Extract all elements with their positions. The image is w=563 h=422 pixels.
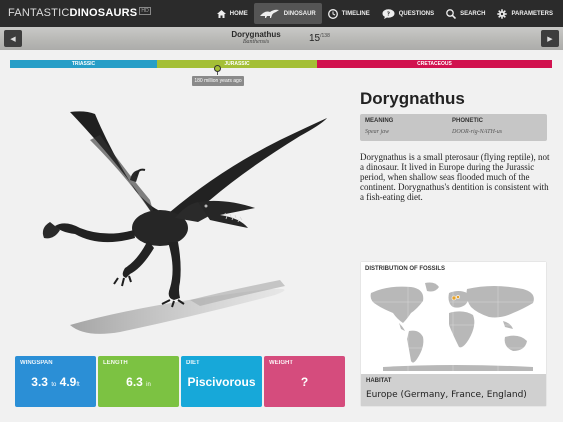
length-value: 6.3 in <box>98 375 179 389</box>
hd-badge: HD <box>139 7 151 15</box>
timeline-marker[interactable] <box>214 65 221 72</box>
question-bubble-icon: ? <box>382 8 395 19</box>
weight-value: ? <box>300 375 309 389</box>
habitat-box: HABITAT Europe (Germany, France, England… <box>361 374 546 406</box>
wingspan-value: 3.3 to 4.9ft <box>15 375 96 389</box>
habitat-value: Europe (Germany, France, England) <box>366 390 527 400</box>
timeline-jurassic[interactable]: JURASSIC <box>157 60 317 68</box>
wingspan-to: to <box>51 382 57 388</box>
dinosaur-title: Dorygnathus <box>360 89 465 108</box>
wingspan-unit: ft <box>76 382 80 388</box>
nav-search-label: SEARCH <box>460 10 486 17</box>
header-dinosaur-species: Banthensis <box>242 39 270 45</box>
wingspan-min: 3.3 <box>31 375 48 389</box>
length-card: LENGTH 6.3 in <box>98 356 179 407</box>
wingspan-label: WINGSPAN <box>20 360 53 366</box>
nav-dinosaur-label: DINOSAUR <box>283 10 316 17</box>
phonetic-label: PHONETIC <box>452 118 484 124</box>
wingspan-card: WINGSPAN 3.3 to 4.9ft <box>15 356 96 407</box>
dinosaur-counter: 15/138 <box>309 33 330 44</box>
nav-parameters[interactable]: PARAMETERS <box>491 3 559 24</box>
diet-card: DIET Piscivorous <box>181 356 262 407</box>
fossil-distribution-title: DISTRIBUTION OF FOSSILS <box>365 266 446 272</box>
weight-card: WEIGHT ? <box>264 356 345 407</box>
meaning-label: MEANING <box>365 118 394 124</box>
nav-timeline[interactable]: TIMELINE <box>322 3 376 24</box>
main-nav: HOME DINOSAUR TIMELINE ? QUESTIONS SEARC… <box>211 0 559 27</box>
phonetic-value: DOOR-rig-NATH-us <box>452 129 503 135</box>
clock-icon <box>327 8 338 19</box>
brand-bold-text: DINOSAURS <box>69 7 138 19</box>
length-label: LENGTH <box>103 360 128 366</box>
timeline-marker-label: 180 million years ago <box>192 76 244 86</box>
counter-total: /138 <box>320 33 330 39</box>
gear-icon <box>497 8 508 19</box>
brand-light-text: FANTASTIC <box>8 7 70 19</box>
dinosaur-description: Dorygnathus is a small pterosaur (flying… <box>360 152 550 202</box>
timeline-triassic[interactable]: TRIASSIC <box>10 60 157 68</box>
svg-text:?: ? <box>387 11 390 17</box>
nav-search[interactable]: SEARCH <box>440 3 491 24</box>
next-dinosaur-button[interactable]: ▶ <box>541 30 559 47</box>
length-number: 6.3 <box>126 375 143 389</box>
length-unit: in <box>146 382 151 388</box>
dinosaur-icon <box>259 9 280 18</box>
fossil-distribution-card: DISTRIBUTION OF FOSSILS HABITAT Europe (… <box>361 262 546 406</box>
diet-label: DIET <box>186 360 200 366</box>
wingspan-max: 4.9 <box>59 375 77 389</box>
world-map <box>363 279 544 371</box>
nav-questions[interactable]: ? QUESTIONS <box>376 3 440 24</box>
habitat-label: HABITAT <box>366 378 392 384</box>
meaning-phonetic-box: MEANING Spear jaw PHONETIC DOOR-rig-NATH… <box>360 114 547 141</box>
fossil-site-marker <box>451 295 457 301</box>
weight-label: WEIGHT <box>269 360 293 366</box>
nav-dinosaur[interactable]: DINOSAUR <box>253 3 322 24</box>
previous-dinosaur-button[interactable]: ◀ <box>4 30 22 47</box>
nav-home[interactable]: HOME <box>211 3 254 24</box>
geologic-timeline[interactable]: TRIASSIC JURASSIC CRETACEOUS <box>10 60 552 68</box>
nav-timeline-label: TIMELINE <box>341 10 370 17</box>
header-dinosaur-name: Dorygnathus <box>231 30 281 39</box>
app-logo: FANTASTICDINOSAURS HD <box>8 7 151 19</box>
arrow-left-icon: ◀ <box>10 35 16 43</box>
top-navigation-bar: FANTASTICDINOSAURS HD HOME DINOSAUR TIMEL… <box>0 0 563 27</box>
counter-index: 15 <box>309 33 321 44</box>
diet-value: Piscivorous <box>187 375 256 389</box>
nav-questions-label: QUESTIONS <box>398 10 435 17</box>
timeline-cretaceous[interactable]: CRETACEOUS <box>317 60 552 68</box>
meaning-value: Spear jaw <box>365 129 390 135</box>
search-icon <box>446 8 457 19</box>
nav-home-label: HOME <box>229 10 248 17</box>
nav-parameters-label: PARAMETERS <box>511 10 553 17</box>
arrow-right-icon: ▶ <box>547 35 553 43</box>
home-icon <box>216 9 226 18</box>
dinosaur-header-bar: ◀ Dorygnathus Banthensis 15/138 ▶ <box>0 27 563 50</box>
dinosaur-illustration <box>30 100 340 340</box>
